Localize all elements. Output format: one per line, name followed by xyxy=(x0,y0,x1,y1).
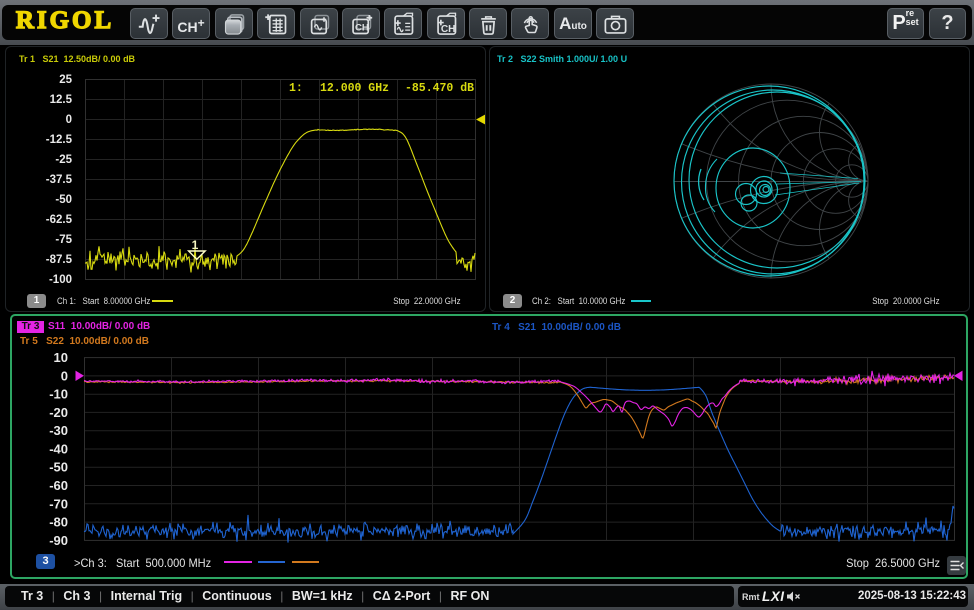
svg-text:-62.5: -62.5 xyxy=(46,214,73,226)
svg-text:CH: CH xyxy=(354,22,368,33)
svg-text:-75: -75 xyxy=(55,234,72,246)
svg-text:-37.5: -37.5 xyxy=(46,174,73,186)
svg-text:10: 10 xyxy=(54,350,68,365)
svg-text:0: 0 xyxy=(61,368,68,383)
svg-text:0: 0 xyxy=(66,114,72,126)
svg-text:-85.470 dB: -85.470 dB xyxy=(405,82,474,95)
svg-text:-70: -70 xyxy=(49,496,68,511)
svg-text:-20: -20 xyxy=(49,405,68,420)
svg-text:-40: -40 xyxy=(49,442,68,457)
svg-text:CH: CH xyxy=(440,24,455,35)
svg-text:-90: -90 xyxy=(49,533,68,548)
svg-text:-50: -50 xyxy=(49,460,68,475)
svg-text:-50: -50 xyxy=(55,194,72,206)
svg-text:-80: -80 xyxy=(49,515,68,530)
svg-text:25: 25 xyxy=(59,74,72,86)
svg-text:-100: -100 xyxy=(49,274,72,286)
svg-text:-12.5: -12.5 xyxy=(46,134,73,146)
svg-text:-60: -60 xyxy=(49,478,68,493)
svg-text:-87.5: -87.5 xyxy=(46,254,73,266)
svg-text:12.000 GHz: 12.000 GHz xyxy=(320,82,389,95)
svg-text:1: 1 xyxy=(192,238,199,252)
svg-text:1:: 1: xyxy=(289,82,303,95)
svg-text:-30: -30 xyxy=(49,423,68,438)
svg-text:-25: -25 xyxy=(55,154,72,166)
svg-text:12.5: 12.5 xyxy=(50,94,73,106)
svg-text:-10: -10 xyxy=(49,387,68,402)
